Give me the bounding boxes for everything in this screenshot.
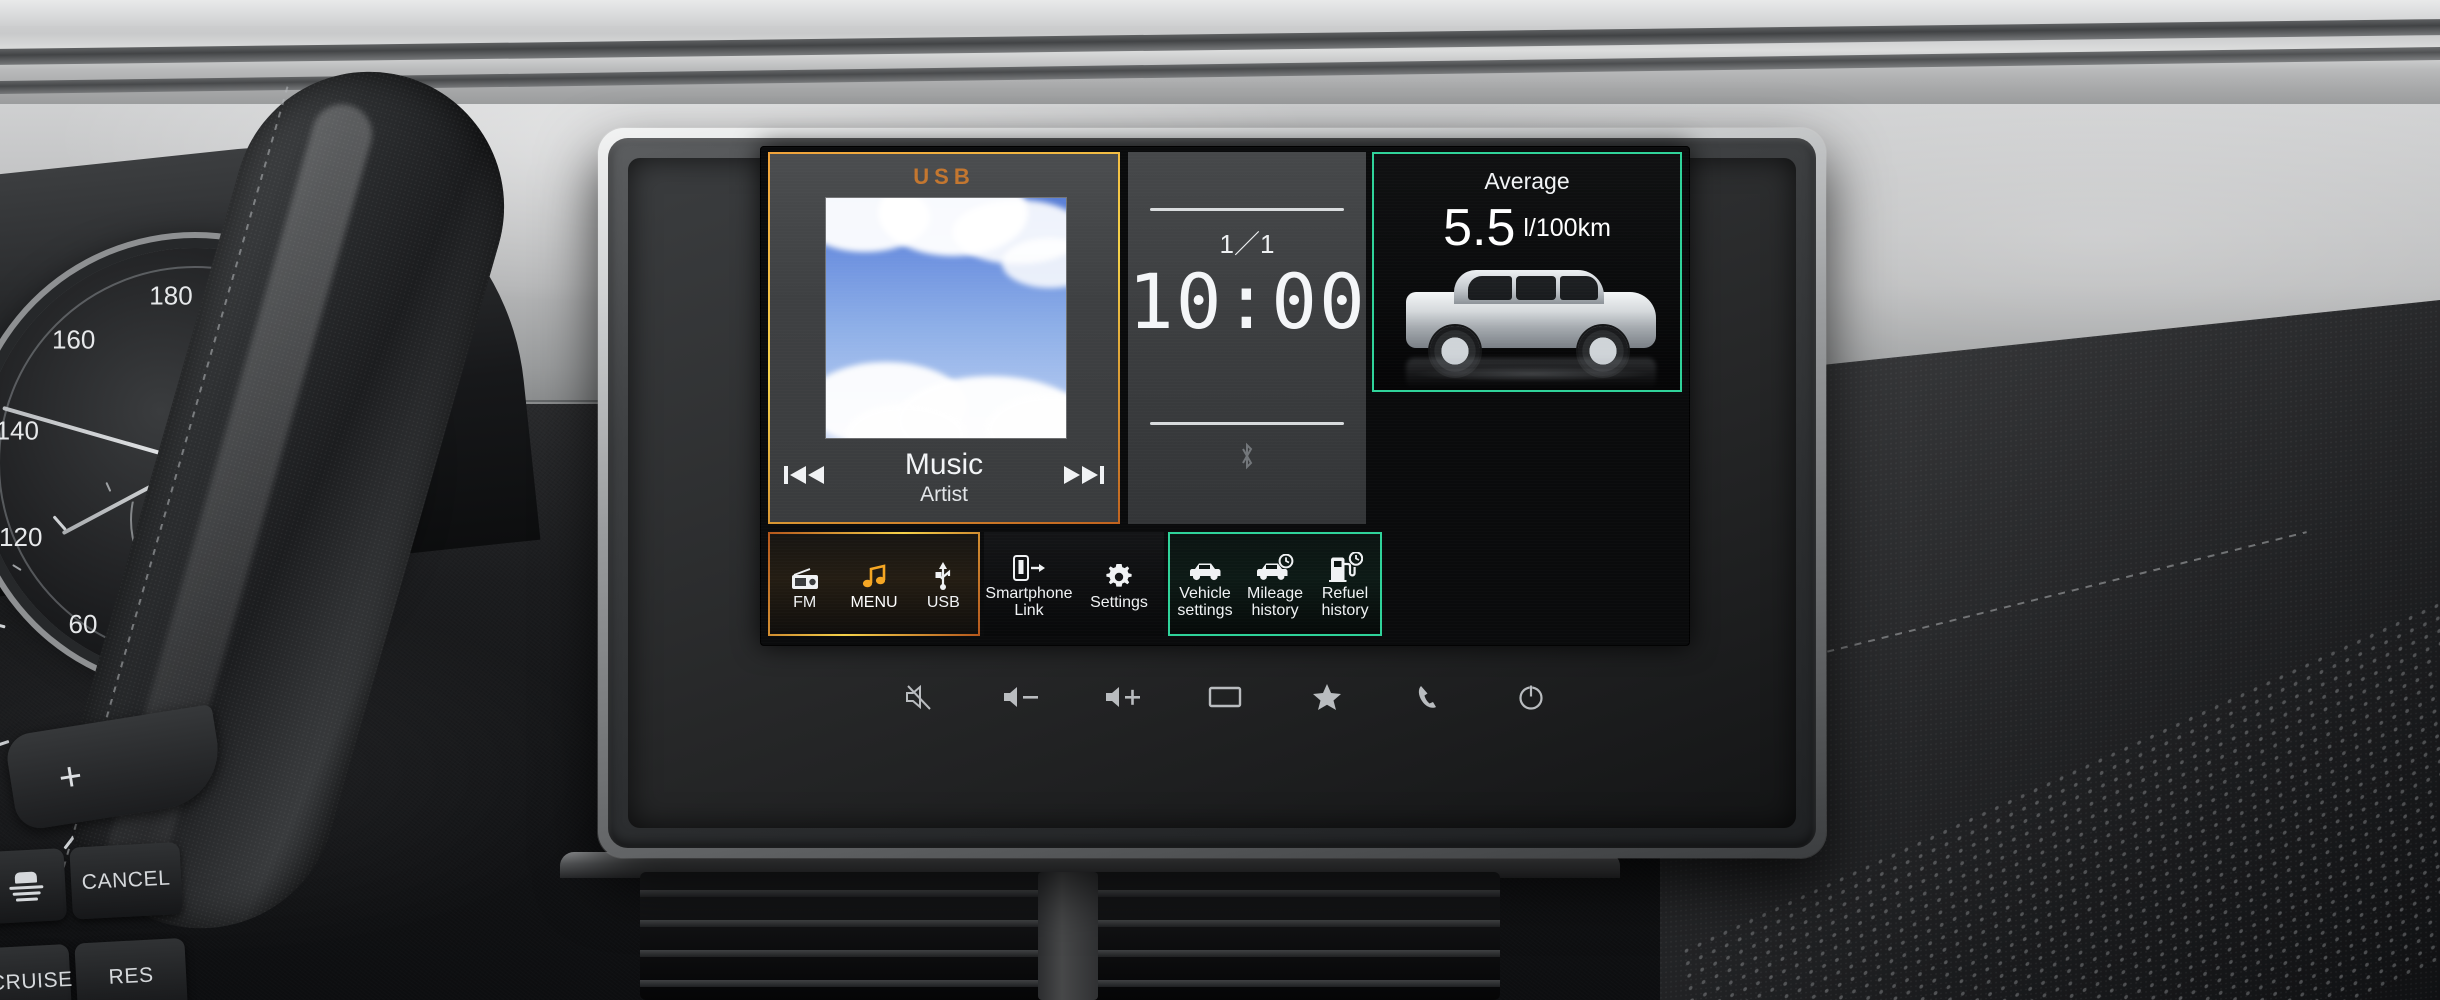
fm-button[interactable]: FM — [770, 534, 839, 634]
vehicle-button-group: Vehicle settings Mileage history Refuel … — [1168, 532, 1382, 636]
vent-divider — [1038, 872, 1098, 1000]
audio-source-label: USB — [913, 164, 975, 189]
average-unit: l/100km — [1523, 213, 1611, 242]
head-unit-housing: USB Music Artist 1／1 10:00 Average 5.5 l… — [608, 138, 1816, 848]
car-clock-icon — [1255, 548, 1295, 582]
refuel-history-button[interactable]: Refuel history — [1310, 534, 1380, 634]
refuel-history-label: Refuel history — [1321, 585, 1369, 619]
audio-player-panel[interactable]: USB Music Artist — [768, 152, 1120, 524]
home-button[interactable] — [1203, 675, 1247, 719]
volume-up-button[interactable] — [1101, 675, 1145, 719]
smartphone-link-button[interactable]: Smartphone Link — [984, 532, 1074, 636]
steering-wheel-button-cluster: CANCEL CRUISE RES — [0, 840, 225, 1000]
vehicle-settings-button[interactable]: Vehicle settings — [1170, 534, 1240, 634]
album-art — [826, 198, 1066, 438]
smartphone-link-label: Smartphone Link — [985, 585, 1073, 619]
sw-button-cruise[interactable]: CRUISE — [0, 943, 74, 1000]
gauge-number: 120 — [0, 522, 43, 553]
mute-button[interactable] — [897, 675, 941, 719]
divider-line — [1150, 208, 1344, 211]
fm-label: FM — [793, 593, 817, 611]
favorite-button[interactable] — [1305, 675, 1349, 719]
radio-icon — [790, 557, 820, 591]
sw-button-cancel[interactable]: CANCEL — [69, 841, 183, 920]
usb-label: USB — [926, 593, 960, 611]
paddle-shifter-label: + — [55, 753, 86, 801]
system-button-group: Smartphone Link Settings — [984, 532, 1164, 636]
windshield-glass — [0, 0, 2440, 26]
phone-button[interactable] — [1407, 675, 1451, 719]
average-label: Average — [1484, 168, 1570, 194]
hardware-button-row — [760, 662, 1690, 732]
gauge-number: 160 — [51, 324, 96, 355]
menu-button[interactable]: MENU — [839, 534, 908, 634]
vehicle-settings-label: Vehicle settings — [1177, 585, 1233, 619]
power-button[interactable] — [1509, 675, 1553, 719]
mileage-history-button[interactable]: Mileage history — [1240, 534, 1310, 634]
sw-resume-label: RES — [108, 963, 155, 989]
screen-button-bar: FM MENU USB Smartphone Link Settings Veh… — [768, 532, 1682, 636]
gear-icon — [1105, 557, 1133, 591]
sw-button-resume[interactable]: RES — [74, 937, 188, 1000]
track-artist: Artist — [920, 483, 968, 506]
track-number: 1／1 — [1219, 229, 1275, 259]
average-value: 5.5 — [1443, 199, 1516, 257]
bluetooth-icon — [1128, 442, 1366, 477]
infotainment-head-unit: USB Music Artist 1／1 10:00 Average 5.5 l… — [598, 128, 1826, 858]
infotainment-screen[interactable]: USB Music Artist 1／1 10:00 Average 5.5 l… — [760, 146, 1690, 646]
usb-button[interactable]: USB — [909, 534, 978, 634]
average-value-row: 5.5 l/100km — [1374, 202, 1680, 254]
car-interior-scene: 204060120140160180200220 E + CANCEL CRUI… — [0, 0, 2440, 1000]
center-air-vent[interactable] — [640, 872, 1500, 1000]
settings-button[interactable]: Settings — [1074, 532, 1164, 636]
car-icon — [1187, 548, 1223, 582]
volume-down-button[interactable] — [999, 675, 1043, 719]
vehicle-illustration — [1392, 266, 1668, 388]
settings-label: Settings — [1090, 593, 1148, 611]
fuel-pump-clock-icon — [1327, 548, 1363, 583]
audio-source-group: FM MENU USB — [768, 532, 980, 636]
usb-icon — [932, 557, 954, 591]
smartphone-link-icon — [1012, 548, 1046, 582]
music-note-icon — [860, 557, 888, 591]
sw-button-distance[interactable] — [0, 848, 68, 925]
distance-icon — [9, 871, 44, 902]
mileage-history-label: Mileage history — [1246, 585, 1304, 619]
sw-cruise-label: CRUISE — [0, 967, 74, 996]
clock-panel[interactable]: 1／1 10:00 — [1128, 152, 1366, 524]
clock-display: 10:00 — [1128, 257, 1367, 346]
sw-cancel-label: CANCEL — [81, 866, 172, 895]
divider-line — [1150, 422, 1344, 425]
gauge-number: 180 — [149, 280, 193, 311]
menu-label: MENU — [850, 593, 898, 611]
track-title: Music — [904, 448, 984, 481]
fuel-economy-panel[interactable]: Average 5.5 l/100km — [1372, 152, 1682, 392]
